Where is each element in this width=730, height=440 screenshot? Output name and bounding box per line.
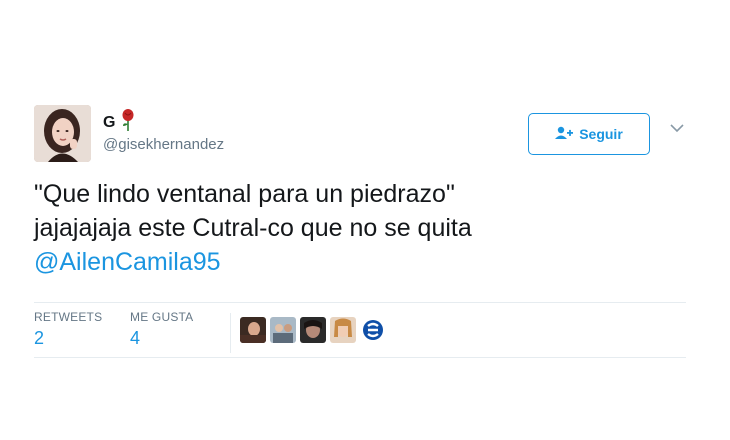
tweet-header: G @gisekhernandez Seguir [34, 105, 686, 165]
add-person-icon [555, 126, 574, 143]
name-row: G [103, 109, 135, 136]
mention-link[interactable]: @AilenCamila95 [34, 248, 221, 276]
tweet-text-line-2: jajajajaja este Cutral-co que no se quit… [34, 214, 472, 242]
likes-label: ME GUSTA [130, 310, 194, 324]
chevron-down-icon[interactable] [668, 121, 686, 133]
likes-stat[interactable]: ME GUSTA 4 [130, 310, 193, 349]
rose-icon [121, 109, 135, 136]
tweet-card: G @gisekhernandez Seguir "Que lindo vent… [34, 105, 686, 358]
retweets-stat[interactable]: RETWEETS 2 [34, 310, 102, 349]
liker-avatar[interactable] [270, 317, 296, 343]
divider [34, 302, 686, 303]
likes-count: 4 [130, 328, 141, 348]
liker-avatar[interactable] [240, 317, 266, 343]
tweet-text-line-1: "Que lindo ventanal para un piedrazo" [34, 180, 455, 208]
likers-avatars [240, 317, 386, 343]
tweet-text: "Que lindo ventanal para un piedrazo" ja… [34, 177, 674, 279]
divider [34, 357, 686, 358]
display-name[interactable]: G [103, 114, 115, 132]
liker-avatar[interactable] [330, 317, 356, 343]
liker-avatar[interactable] [360, 317, 386, 343]
retweets-count: 2 [34, 328, 45, 348]
avatar[interactable] [34, 105, 91, 162]
retweets-label: RETWEETS [34, 310, 103, 324]
stats-separator [230, 313, 231, 353]
user-handle[interactable]: @gisekhernandez [103, 136, 224, 153]
follow-button[interactable]: Seguir [528, 113, 650, 155]
follow-button-label: Seguir [579, 126, 623, 142]
liker-avatar[interactable] [300, 317, 326, 343]
